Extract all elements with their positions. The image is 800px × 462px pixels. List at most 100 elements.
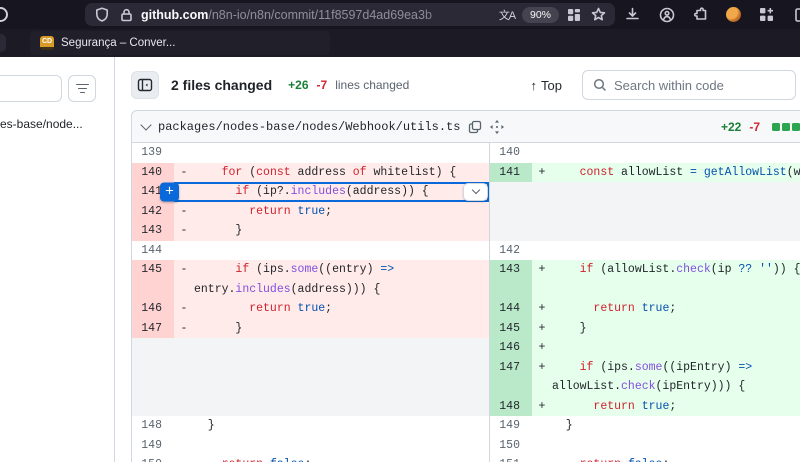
line-menu-button[interactable]: [463, 183, 488, 201]
copy-path-icon[interactable]: [468, 120, 482, 134]
diff-row: 146+: [490, 338, 800, 358]
download-icon[interactable]: [624, 6, 641, 23]
github-page: es-base/node... 2 files changed +26 -7 l…: [0, 57, 800, 462]
diff-row: 146- return true;: [132, 299, 489, 319]
diff-marker: +: [532, 163, 552, 183]
tab-edge[interactable]: [0, 34, 6, 52]
line-number[interactable]: 143: [490, 260, 532, 299]
code-line: [552, 338, 800, 358]
diff-pane-new: 140141+ const allowList = getAllowList(w…: [490, 143, 800, 462]
line-number[interactable]: 147: [132, 319, 174, 339]
toolbar-right-icons: [624, 0, 800, 29]
line-number[interactable]: 151: [490, 455, 532, 462]
filter-button[interactable]: [68, 75, 96, 102]
line-number[interactable]: 149: [132, 436, 174, 456]
line-number[interactable]: 150: [132, 455, 174, 462]
line-number[interactable]: 147: [490, 358, 532, 397]
back-to-top-link[interactable]: ↑Top: [531, 78, 562, 93]
chevron-down-icon[interactable]: [140, 119, 151, 130]
line-number[interactable]: 146: [490, 338, 532, 358]
diff-row: 143+ if (allowList.check(ip ?? '')) {: [490, 260, 800, 299]
line-number[interactable]: 145: [490, 319, 532, 339]
diff-marker: -: [174, 163, 194, 183]
clipboard-icon[interactable]: [792, 6, 800, 23]
search-within-code[interactable]: Search within code: [582, 70, 796, 100]
zoom-level-badge[interactable]: 90%: [522, 7, 559, 23]
grid-icon[interactable]: [566, 7, 582, 23]
diff-marker: -: [174, 299, 194, 319]
diff-marker: [532, 455, 552, 462]
search-icon: [593, 78, 607, 92]
code-line: return true;: [552, 397, 800, 417]
lock-icon[interactable]: [118, 7, 134, 23]
code-line: if (allowList.check(ip ?? '')) {: [552, 260, 800, 299]
files-changed-title: 2 files changed: [171, 77, 272, 93]
file-tree-item[interactable]: es-base/node...: [0, 117, 112, 131]
diff-spacer: [132, 338, 489, 416]
code-line: return false;: [552, 455, 800, 462]
diff-marker: +: [532, 397, 552, 417]
line-number[interactable]: 139: [132, 143, 174, 163]
diff-marker: -: [174, 260, 194, 299]
extension-puzzle-icon[interactable]: [692, 6, 709, 23]
add-comment-button[interactable]: +: [160, 182, 179, 201]
diff-marker: -: [174, 221, 194, 241]
bookmark-star-icon[interactable]: [590, 7, 606, 23]
line-number[interactable]: 140: [490, 143, 532, 163]
line-number[interactable]: 145: [132, 260, 174, 299]
shield-icon[interactable]: [94, 7, 110, 23]
code-line: [194, 143, 489, 163]
diff-marker: -: [174, 319, 194, 339]
code-line: }: [194, 319, 489, 339]
diff-row: 139: [132, 143, 489, 163]
diff-main: 2 files changed +26 -7 lines changed ↑To…: [115, 57, 800, 462]
diff-marker: [174, 143, 194, 163]
diff-row: 140- for (const address of whitelist) {: [132, 163, 489, 183]
line-number[interactable]: 148: [132, 416, 174, 436]
account-icon[interactable]: [658, 6, 675, 23]
active-tab[interactable]: CD Segurança – Conver...: [30, 31, 330, 55]
code-line: if (ips.some((entry) => entry.includes(a…: [194, 260, 489, 299]
line-number[interactable]: 146: [132, 299, 174, 319]
diff-row: 141 if (ip?.includes(address)) {+: [132, 182, 489, 202]
up-arrow-icon: ↑: [531, 78, 538, 93]
diff-marker: +: [532, 358, 552, 397]
line-number[interactable]: 149: [490, 416, 532, 436]
line-number[interactable]: 140: [132, 163, 174, 183]
collapse-file-tree-button[interactable]: [131, 71, 159, 99]
diff-row: 150: [490, 436, 800, 456]
diff-marker: [532, 143, 552, 163]
address-bar[interactable]: github.com/n8n-io/n8n/commit/11f8597d4ad…: [85, 3, 615, 26]
line-number[interactable]: 144: [490, 299, 532, 319]
diffstat-add-block: [772, 123, 780, 131]
code-line: }: [552, 416, 800, 436]
translate-icon[interactable]: 文A: [499, 7, 515, 23]
code-line: for (const address of whitelist) {: [194, 163, 489, 183]
code-line: [194, 436, 489, 456]
diffstat-blocks: [772, 123, 800, 131]
lines-changed-label: lines changed: [335, 78, 409, 92]
file-tree-sidebar: es-base/node...: [0, 57, 115, 462]
url-text[interactable]: github.com/n8n-io/n8n/commit/11f8597d4ad…: [141, 8, 499, 22]
line-number[interactable]: 144: [132, 241, 174, 261]
reload-icon[interactable]: [0, 7, 8, 22]
tab-strip: CD Segurança – Conver...: [0, 29, 800, 57]
code-line: [552, 143, 800, 163]
drag-move-icon[interactable]: [490, 120, 504, 134]
file-filter-input[interactable]: [0, 75, 62, 102]
line-number[interactable]: 141: [490, 163, 532, 183]
file-path: packages/nodes-base/nodes/Webhook/utils.…: [158, 120, 460, 134]
line-number[interactable]: 148: [490, 397, 532, 417]
code-line: return true;: [194, 299, 489, 319]
code-line: return true;: [552, 299, 800, 319]
diff-marker: [174, 436, 194, 456]
line-number[interactable]: 142: [490, 241, 532, 261]
diff-row: 145+ }: [490, 319, 800, 339]
line-number[interactable]: 142: [132, 202, 174, 222]
apps-grid-plus-icon[interactable]: [758, 6, 775, 23]
line-number[interactable]: 143: [132, 221, 174, 241]
diff-marker: [532, 241, 552, 261]
line-number[interactable]: 150: [490, 436, 532, 456]
diffstat-add-block: [782, 123, 790, 131]
extension-ball-icon[interactable]: [726, 7, 741, 22]
